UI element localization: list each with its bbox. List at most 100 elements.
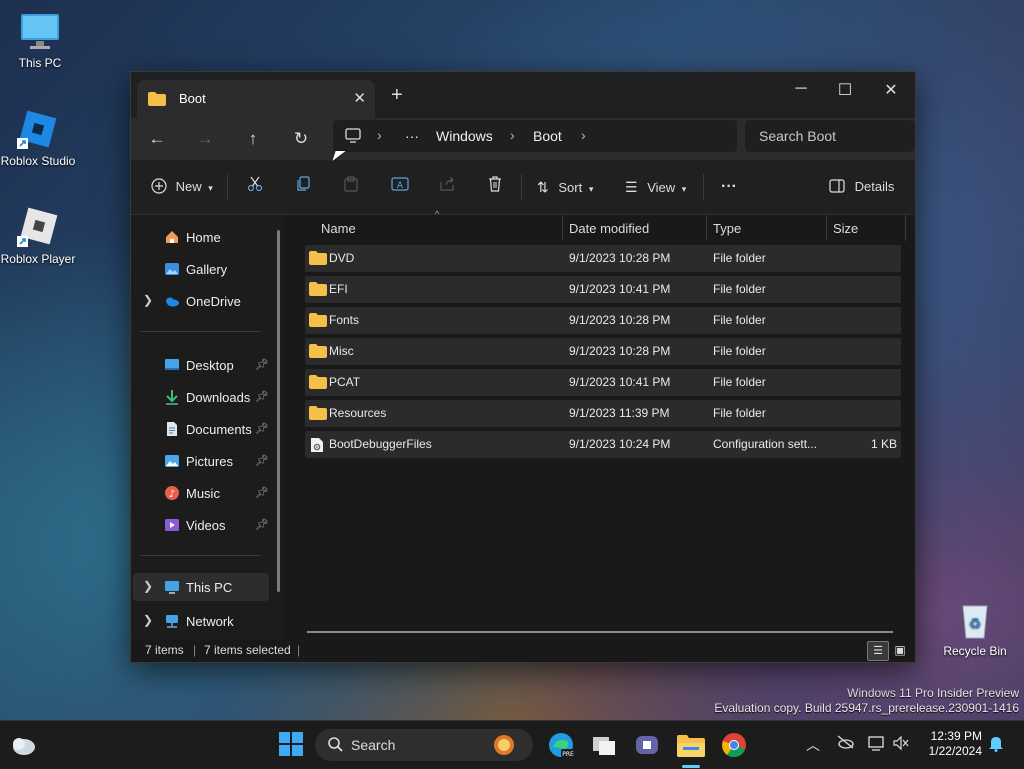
details-view-icon[interactable]: ☰ bbox=[867, 641, 889, 661]
chevron-right-icon[interactable]: › bbox=[510, 127, 515, 143]
pin-icon[interactable]: 📌︎ bbox=[255, 518, 269, 531]
sidebar-item-this-pc[interactable]: ❯ This PC bbox=[133, 573, 269, 601]
breadcrumb-windows[interactable]: Windows bbox=[436, 128, 493, 144]
taskbar: Search PRE ︿ 12:39 PM 1/22/2024 bbox=[0, 720, 1024, 769]
new-tab-button[interactable]: + bbox=[391, 84, 403, 107]
column-header-size[interactable]: Size bbox=[833, 221, 858, 247]
desktop-icon-label: Roblox Studio bbox=[0, 154, 76, 168]
column-divider[interactable] bbox=[826, 215, 827, 241]
horizontal-scrollbar[interactable] bbox=[307, 631, 893, 633]
details-pane-button[interactable]: Details bbox=[829, 176, 894, 198]
sidebar-item-downloads[interactable]: Downloads 📌︎ bbox=[131, 383, 271, 411]
column-divider[interactable] bbox=[905, 215, 906, 241]
desktop-icon-roblox-studio[interactable]: Roblox Studio bbox=[0, 108, 78, 168]
pin-icon[interactable]: 📌︎ bbox=[255, 358, 269, 371]
table-row[interactable]: EFI 9/1/2023 10:41 PM File folder bbox=[305, 276, 901, 303]
details-label: Details bbox=[854, 179, 895, 194]
back-button[interactable]: ← bbox=[146, 128, 168, 150]
column-header-name[interactable]: Name bbox=[321, 221, 356, 247]
refresh-button[interactable]: ↻ bbox=[290, 128, 312, 150]
file-type: File folder bbox=[713, 406, 766, 420]
file-name: Fonts bbox=[329, 313, 360, 327]
desktop-icon-this-pc[interactable]: This PC bbox=[0, 10, 80, 70]
up-button[interactable]: ↑ bbox=[242, 128, 264, 150]
file-explorer-taskbar-icon[interactable] bbox=[676, 731, 705, 759]
column-divider[interactable] bbox=[706, 215, 707, 241]
chevron-right-icon[interactable]: › bbox=[581, 127, 586, 143]
command-bar: New ▾ A ⇅ Sort ▾ ☰ View ▾ ··· Details bbox=[131, 160, 915, 215]
pin-icon[interactable]: 📌︎ bbox=[255, 454, 269, 467]
start-button[interactable] bbox=[278, 731, 306, 759]
network-status-icon[interactable] bbox=[868, 735, 886, 754]
maximize-button[interactable]: ☐ bbox=[835, 80, 855, 100]
sidebar-item-desktop[interactable]: Desktop 📌︎ bbox=[131, 351, 271, 379]
cut-button[interactable] bbox=[247, 176, 263, 198]
taskbar-search-label: Search bbox=[351, 737, 396, 753]
chrome-icon[interactable] bbox=[720, 731, 748, 759]
column-divider[interactable] bbox=[562, 215, 563, 241]
sidebar-item-gallery[interactable]: Gallery bbox=[131, 255, 271, 283]
share-button[interactable] bbox=[439, 176, 455, 198]
chevron-right-icon[interactable]: ❯ bbox=[143, 293, 153, 307]
pin-icon[interactable]: 📌︎ bbox=[255, 422, 269, 435]
breadcrumb-ellipsis[interactable]: ··· bbox=[405, 128, 419, 144]
forward-button[interactable]: → bbox=[194, 128, 216, 150]
system-clock[interactable]: 12:39 PM 1/22/2024 bbox=[918, 729, 982, 759]
table-row[interactable]: PCAT 9/1/2023 10:41 PM File folder bbox=[305, 369, 901, 396]
sort-button[interactable]: ⇅ Sort ▾ bbox=[537, 176, 593, 198]
copy-button[interactable] bbox=[295, 176, 311, 198]
desktop-icon-roblox-player[interactable]: Roblox Player bbox=[0, 206, 78, 266]
sidebar-item-videos[interactable]: Videos 📌︎ bbox=[131, 511, 271, 539]
address-bar[interactable]: › ··· Windows › Boot › bbox=[333, 120, 737, 152]
table-row[interactable]: BootDebuggerFiles 9/1/2023 10:24 PM Conf… bbox=[305, 431, 901, 458]
sidebar-scrollbar[interactable] bbox=[277, 230, 280, 592]
table-row[interactable]: Resources 9/1/2023 11:39 PM File folder bbox=[305, 400, 901, 427]
chevron-up-icon[interactable]: ︿ bbox=[806, 735, 820, 755]
chevron-right-icon[interactable]: ❯ bbox=[143, 579, 153, 593]
tab-boot[interactable]: Boot ✕ bbox=[137, 80, 375, 118]
navigation-bar: ← → ↑ ↻ › ··· Windows › Boot › Search Bo… bbox=[131, 118, 915, 160]
taskbar-search[interactable]: Search bbox=[315, 729, 533, 761]
desktop-icon-recycle-bin[interactable]: ♻ Recycle Bin bbox=[935, 598, 1015, 658]
table-row[interactable]: Fonts 9/1/2023 10:28 PM File folder bbox=[305, 307, 901, 334]
chevron-right-icon[interactable]: ❯ bbox=[143, 613, 153, 627]
search-box[interactable]: Search Boot bbox=[745, 120, 915, 152]
sidebar-item-onedrive[interactable]: ❯ OneDrive bbox=[131, 287, 271, 315]
notification-bell-icon[interactable] bbox=[988, 734, 1004, 755]
sidebar-item-home[interactable]: Home bbox=[131, 223, 271, 251]
widgets-icon[interactable] bbox=[10, 733, 38, 761]
close-tab-icon[interactable]: ✕ bbox=[353, 89, 366, 107]
task-view-icon[interactable] bbox=[590, 731, 618, 759]
folder-icon bbox=[309, 375, 327, 392]
pin-icon[interactable]: 📌︎ bbox=[255, 486, 269, 499]
tiles-view-icon[interactable]: ▣ bbox=[891, 641, 909, 659]
chevron-right-icon[interactable]: › bbox=[377, 127, 382, 143]
sidebar-item-pictures[interactable]: Pictures 📌︎ bbox=[131, 447, 271, 475]
onedrive-offline-icon[interactable] bbox=[836, 735, 854, 752]
column-header-date-modified[interactable]: Date modified bbox=[569, 221, 649, 247]
edge-icon[interactable]: PRE bbox=[547, 731, 575, 759]
monitor-icon[interactable] bbox=[345, 128, 361, 146]
breadcrumb-boot[interactable]: Boot bbox=[533, 128, 562, 144]
more-options-button[interactable]: ··· bbox=[721, 176, 737, 198]
file-date: 9/1/2023 11:39 PM bbox=[569, 406, 670, 420]
volume-muted-icon[interactable] bbox=[892, 735, 910, 754]
delete-button[interactable] bbox=[487, 176, 503, 198]
table-row[interactable]: DVD 9/1/2023 10:28 PM File folder bbox=[305, 245, 901, 272]
close-window-button[interactable]: ✕ bbox=[881, 80, 901, 100]
sidebar-item-music[interactable]: ♪ Music 📌︎ bbox=[131, 479, 271, 507]
file-name: BootDebuggerFiles bbox=[329, 437, 432, 451]
table-row[interactable]: Misc 9/1/2023 10:28 PM File folder bbox=[305, 338, 901, 365]
view-button[interactable]: ☰ View ▾ bbox=[625, 176, 686, 198]
pin-icon[interactable]: 📌︎ bbox=[255, 390, 269, 403]
rename-button[interactable]: A bbox=[391, 176, 409, 198]
roblox-player-icon bbox=[17, 206, 59, 248]
minimize-button[interactable]: ─ bbox=[791, 80, 811, 98]
file-date: 9/1/2023 10:28 PM bbox=[569, 313, 671, 327]
column-header-type[interactable]: Type bbox=[713, 221, 741, 247]
teams-icon[interactable] bbox=[633, 731, 661, 759]
new-button[interactable]: New ▾ bbox=[151, 176, 213, 198]
paste-button[interactable] bbox=[343, 176, 359, 198]
sidebar-item-network[interactable]: ❯ Network bbox=[131, 607, 271, 635]
sidebar-item-documents[interactable]: Documents 📌︎ bbox=[131, 415, 271, 443]
